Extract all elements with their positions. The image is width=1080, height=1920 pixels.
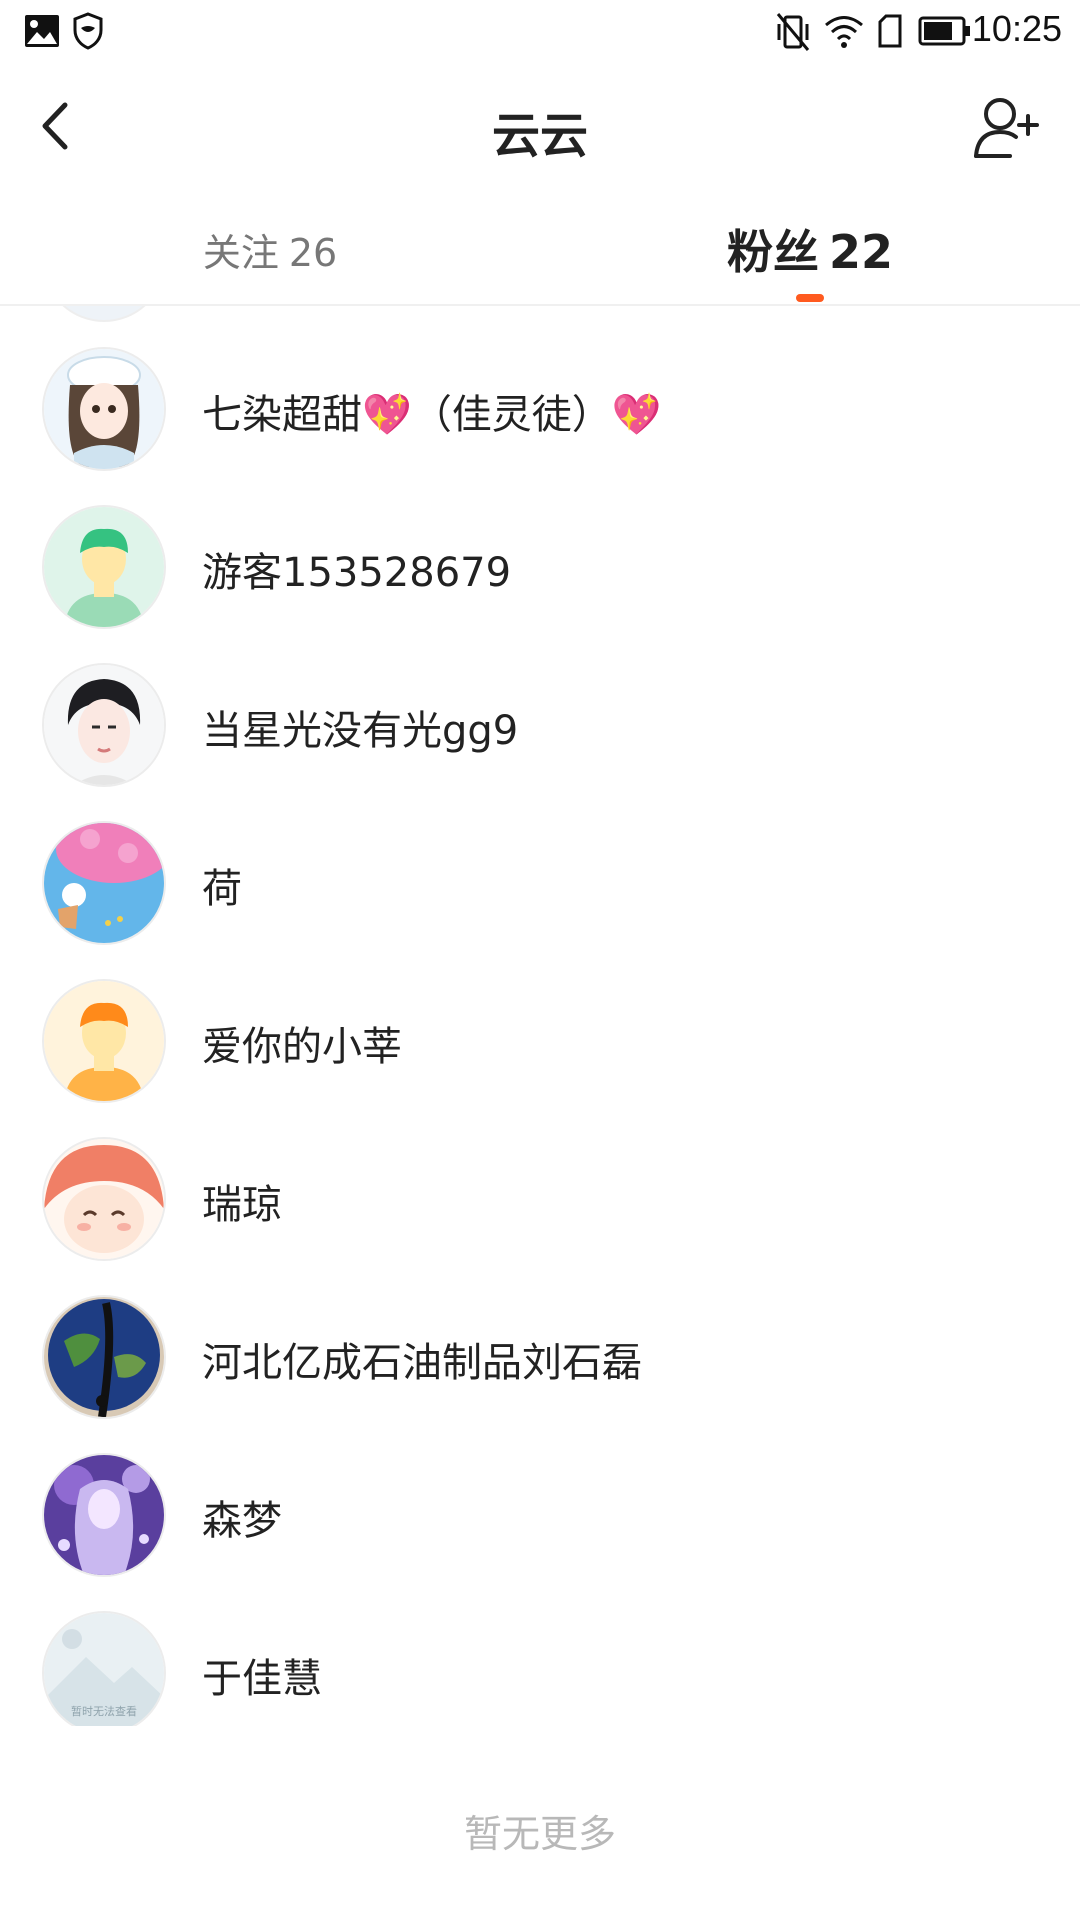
battery-icon bbox=[918, 16, 970, 46]
tab-fans-label: 粉丝 22 bbox=[726, 225, 893, 279]
status-bar: 10:25 bbox=[0, 0, 1080, 64]
shield-icon bbox=[73, 12, 103, 50]
avatar[interactable]: 暂时无法查看 bbox=[42, 1611, 166, 1726]
list-item[interactable]: 暂时无法查看 于佳慧 bbox=[0, 1594, 1080, 1726]
avatar[interactable] bbox=[42, 306, 166, 322]
tab-bar: 关注 26 粉丝 22 bbox=[0, 194, 1080, 306]
user-name: 于佳慧 bbox=[202, 1656, 322, 1702]
heart-emoji: 💖 bbox=[611, 392, 662, 438]
image-placeholder-icon: 暂时无法查看 bbox=[44, 1613, 164, 1726]
sim-card-icon bbox=[878, 14, 902, 48]
tab-fans[interactable]: 粉丝 22 bbox=[540, 194, 1080, 304]
add-user-icon bbox=[974, 98, 1039, 158]
avatar[interactable] bbox=[42, 821, 166, 945]
avatar[interactable] bbox=[42, 1453, 166, 1577]
list-item[interactable]: 七染超甜💖（佳灵徒）💖 bbox=[0, 330, 1080, 488]
clock: 10:25 bbox=[971, 8, 1062, 49]
user-name: 游客153528679 bbox=[202, 550, 512, 596]
list-item[interactable]: 荷 bbox=[0, 804, 1080, 962]
list-item[interactable]: 瑞琼 bbox=[0, 1120, 1080, 1278]
user-name: 七染超甜💖（佳灵徒）💖 bbox=[202, 392, 662, 438]
user-name: 森梦 bbox=[202, 1498, 282, 1544]
list-item[interactable]: 爱你的小莘 bbox=[0, 962, 1080, 1120]
avatar[interactable] bbox=[42, 347, 166, 471]
list-item[interactable]: 当星光没有光gg9 bbox=[0, 646, 1080, 804]
heart-emoji: 💖 bbox=[362, 392, 412, 438]
title-bar: 云云 bbox=[0, 64, 1080, 194]
no-more-text: 暂无更多 bbox=[463, 1812, 616, 1856]
fans-list[interactable]: 七染超甜💖（佳灵徒）💖 游客153528679 当星光没有光gg9 荷 爱你的小… bbox=[0, 306, 1080, 1726]
user-name: 荷 bbox=[202, 866, 242, 912]
add-friend-button[interactable] bbox=[974, 94, 1040, 160]
user-name: 当星光没有光gg9 bbox=[202, 708, 519, 754]
list-item[interactable]: 游客153528679 bbox=[0, 488, 1080, 646]
avatar[interactable] bbox=[42, 505, 166, 629]
list-item[interactable]: 森梦 bbox=[0, 1436, 1080, 1594]
gallery-icon bbox=[25, 15, 59, 47]
user-name: 河北亿成石油制品刘石磊 bbox=[202, 1340, 642, 1386]
avatar[interactable] bbox=[42, 979, 166, 1103]
active-tab-indicator bbox=[796, 294, 824, 302]
tab-following-label: 关注 26 bbox=[202, 230, 338, 275]
avatar[interactable] bbox=[42, 1295, 166, 1419]
page-title: 云云 bbox=[491, 108, 588, 164]
vibrate-off-icon bbox=[776, 13, 810, 51]
tab-following[interactable]: 关注 26 bbox=[0, 194, 540, 304]
wifi-icon bbox=[825, 16, 863, 48]
user-name: 爱你的小莘 bbox=[202, 1024, 402, 1070]
list-item[interactable]: 河北亿成石油制品刘石磊 bbox=[0, 1278, 1080, 1436]
avatar[interactable] bbox=[42, 663, 166, 787]
placeholder-text: 暂时无法查看 bbox=[71, 1704, 137, 1718]
avatar[interactable] bbox=[42, 1137, 166, 1261]
user-name: 瑞琼 bbox=[202, 1182, 282, 1228]
